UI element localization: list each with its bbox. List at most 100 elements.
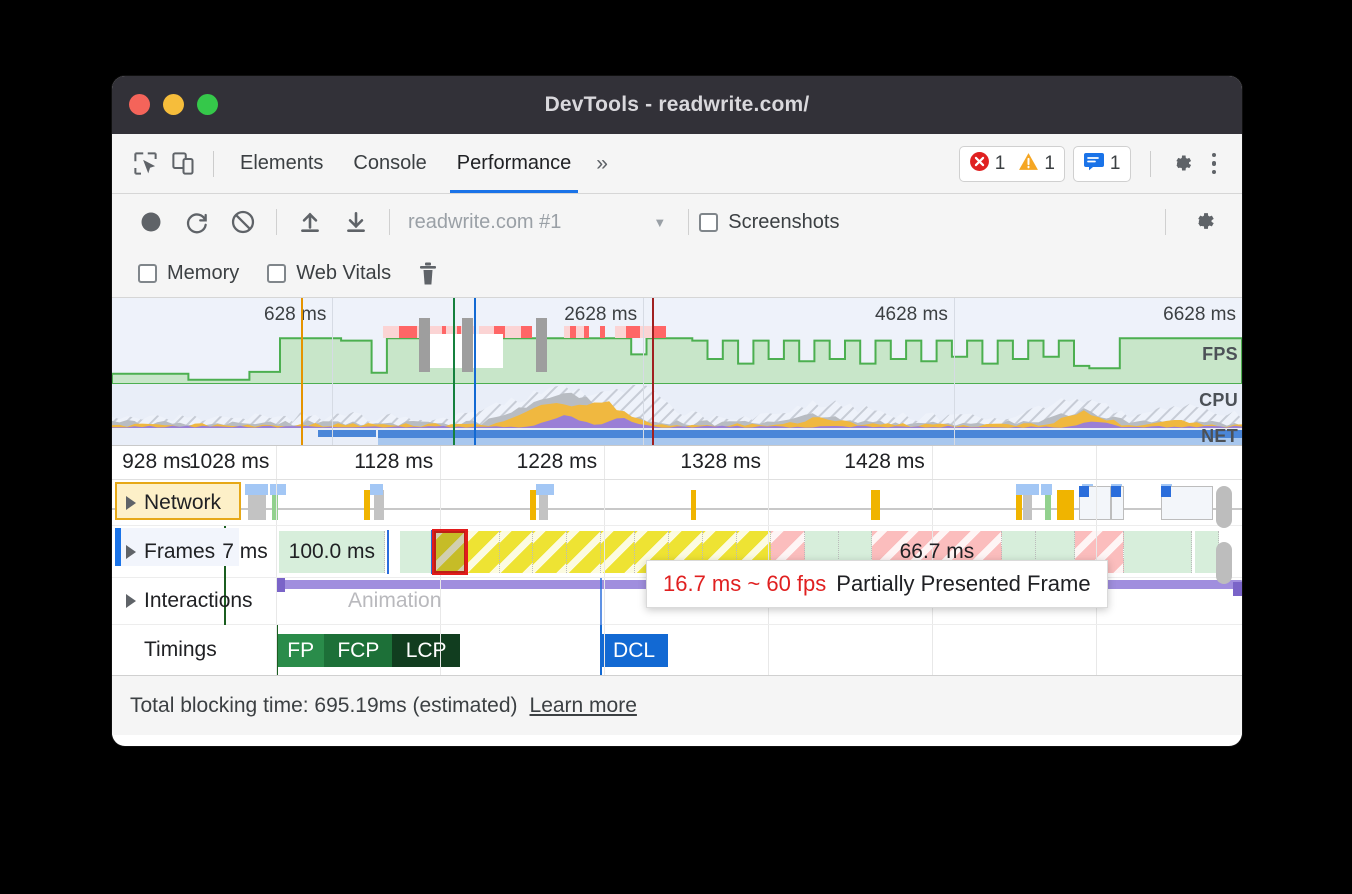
overview-lane-label-net: NET: [1201, 426, 1238, 446]
close-red-icon[interactable]: [129, 94, 150, 115]
timing-line-dcl: [600, 625, 602, 675]
more-tabs-icon[interactable]: »: [586, 152, 618, 176]
network-request-header[interactable]: [370, 484, 384, 495]
tab-performance[interactable]: Performance: [442, 135, 587, 193]
timeline-tick-label: 1328 ms: [680, 450, 768, 474]
network-request-header[interactable]: [1041, 484, 1052, 495]
track-label-timings: Timings: [112, 625, 217, 675]
frame-block-selected[interactable]: [434, 531, 466, 573]
timeline-gridline: [276, 480, 277, 525]
timing-marker-fp[interactable]: FP: [277, 634, 324, 667]
screenshots-label: Screenshots: [728, 211, 839, 234]
minimize-yellow-icon[interactable]: [163, 94, 184, 115]
timing-marker-lcp[interactable]: LCP: [392, 634, 460, 667]
green-marker: [453, 298, 455, 445]
timeline-gridline: [604, 480, 605, 525]
checkbox-box[interactable]: [138, 264, 157, 283]
long-task-block: [399, 326, 417, 338]
kebab-menu-icon[interactable]: [1200, 153, 1229, 175]
timeline-gridline: [1096, 446, 1097, 479]
frame-tooltip: 16.7 ms ~ 60 fps Partially Presented Fra…: [646, 560, 1108, 608]
timeline-tracks[interactable]: 928 ms1028 ms1128 ms1228 ms1328 ms1428 m…: [112, 446, 1242, 675]
network-request-bar[interactable]: [871, 490, 880, 520]
trash-icon[interactable]: [405, 254, 451, 294]
frame-block[interactable]: [500, 531, 534, 573]
clear-no-entry-icon[interactable]: [220, 202, 266, 242]
vertical-scroll-handle-bottom[interactable]: [1216, 542, 1232, 584]
long-task-block: [521, 326, 532, 338]
record-circle-icon[interactable]: [128, 202, 174, 242]
tab-elements[interactable]: Elements: [225, 135, 338, 193]
fps-area: [112, 338, 1242, 384]
timeline-gridline: [604, 526, 605, 577]
upload-arrow-icon[interactable]: [287, 202, 333, 242]
network-request-header[interactable]: [245, 484, 268, 495]
frame-block[interactable]: 100.0 ms: [279, 531, 385, 573]
frame-block[interactable]: [567, 531, 601, 573]
timeline-gridline: [440, 625, 441, 675]
network-request-header[interactable]: [1016, 484, 1039, 495]
timeline-gridline: [1096, 480, 1097, 525]
tab-console[interactable]: Console: [338, 135, 441, 193]
expand-triangle-icon[interactable]: [126, 594, 136, 608]
vertical-scroll-handle-top[interactable]: [1216, 486, 1232, 528]
red-marker: [652, 298, 654, 445]
toolbar-divider: [276, 209, 277, 235]
gear-icon[interactable]: [1162, 145, 1200, 183]
frame-block[interactable]: [1124, 531, 1192, 573]
timeline-ruler[interactable]: 928 ms1028 ms1128 ms1228 ms1328 ms1428 m…: [112, 446, 1242, 480]
reload-record-icon[interactable]: [174, 202, 220, 242]
timeline-gridline: [1096, 625, 1097, 675]
frame-block[interactable]: [601, 531, 635, 573]
overview-cpu-lane: [112, 384, 1242, 428]
capture-settings-gear-icon[interactable]: [1180, 202, 1226, 242]
checkbox-box[interactable]: [699, 213, 718, 232]
checkbox-box[interactable]: [267, 264, 286, 283]
network-request-header[interactable]: [270, 484, 286, 495]
timing-marker-fcp[interactable]: FCP: [324, 634, 392, 667]
timeline-gridline: [276, 625, 277, 675]
frame-block[interactable]: [533, 531, 567, 573]
zoom-green-icon[interactable]: [197, 94, 218, 115]
overview-screenshot-marker: [536, 318, 547, 372]
toolbar-divider-3: [688, 209, 689, 235]
timeline-gridline: [932, 446, 933, 479]
timing-marker-dcl[interactable]: DCL: [600, 634, 668, 667]
long-task-block: [626, 326, 640, 338]
tab-label: Performance: [457, 152, 572, 175]
memory-checkbox[interactable]: Memory: [138, 262, 239, 285]
network-request-header[interactable]: [536, 484, 554, 495]
learn-more-link[interactable]: Learn more: [530, 694, 637, 718]
track-network[interactable]: Network: [112, 480, 1242, 526]
inspect-cursor-icon[interactable]: [126, 145, 164, 183]
toolbar-divider-2: [389, 209, 390, 235]
status-bar: Total blocking time: 695.19ms (estimated…: [112, 675, 1242, 735]
long-task-block: [600, 326, 605, 338]
message-count: 1: [1110, 153, 1121, 175]
frame-block[interactable]: [400, 531, 434, 573]
device-toolbar-icon[interactable]: [164, 145, 202, 183]
frame-block[interactable]: [466, 531, 500, 573]
web-vitals-checkbox[interactable]: Web Vitals: [267, 262, 391, 285]
overview-tick-label: 628 ms: [264, 304, 332, 326]
network-request-bar[interactable]: [1057, 490, 1074, 520]
tab-label: Console: [353, 152, 426, 175]
timing-guide-green: [224, 578, 226, 625]
overview-tick-label: 2628 ms: [564, 304, 643, 326]
track-timings[interactable]: Timings FPFCPLCP DCL: [112, 625, 1242, 675]
messages-counter[interactable]: 1: [1073, 146, 1131, 182]
tabbar-divider: [213, 151, 214, 177]
profile-selector-label[interactable]: readwrite.com #1: [408, 211, 561, 234]
tab-label: Elements: [240, 152, 323, 175]
network-request-bar[interactable]: [691, 490, 697, 520]
screenshots-checkbox[interactable]: Screenshots: [699, 211, 839, 234]
timeline-tick-label: 1428 ms: [844, 450, 932, 474]
issues-counters[interactable]: 1 1: [959, 146, 1065, 182]
network-track-selection: [115, 482, 241, 520]
frame-divider: [387, 530, 389, 574]
download-arrow-icon[interactable]: [333, 202, 379, 242]
error-icon: [969, 151, 990, 177]
chevron-down-icon[interactable]: ▼: [653, 215, 666, 230]
long-task-block: [570, 326, 577, 338]
timeline-overview[interactable]: 628 ms2628 ms4628 ms6628 ms: [112, 298, 1242, 446]
